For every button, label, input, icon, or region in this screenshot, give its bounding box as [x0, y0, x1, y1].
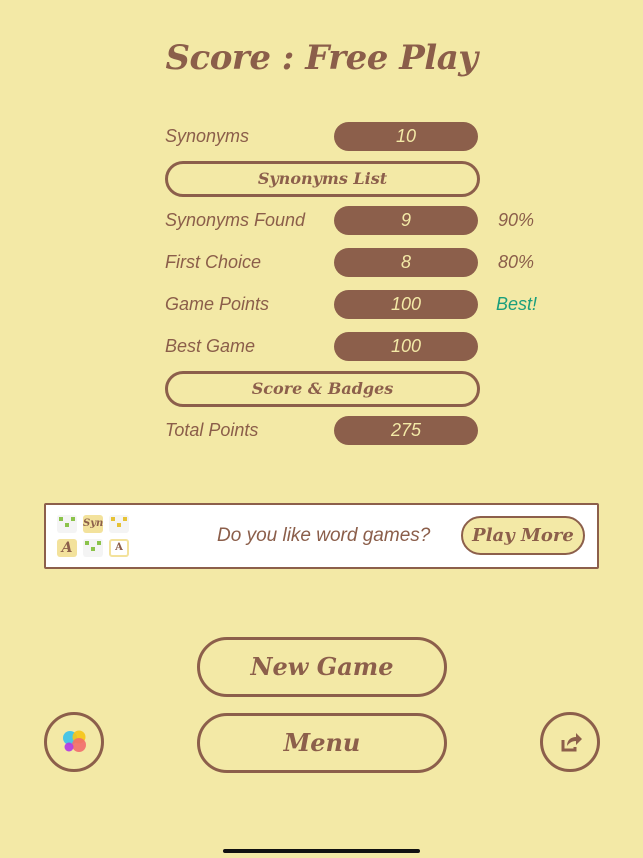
- syn-game-icon: Syn: [83, 515, 103, 533]
- grid-game-icon: [83, 539, 103, 557]
- share-icon: [561, 733, 582, 752]
- stat-row-first-choice: First Choice 8 80%: [165, 248, 585, 278]
- stat-value: 100: [334, 332, 478, 361]
- stat-value: 275: [334, 416, 478, 445]
- ad-question: Do you like word games?: [217, 525, 431, 546]
- stat-value: 100: [334, 290, 478, 319]
- stat-label: Synonyms Found: [165, 210, 306, 230]
- stat-row-game-points: Game Points 100 Best!: [165, 290, 585, 320]
- game-center-button[interactable]: [44, 712, 104, 772]
- grid-game-icon: [57, 515, 77, 533]
- stat-row-synonyms-found: Synonyms Found 9 90%: [165, 206, 585, 236]
- stat-value: 10: [334, 122, 478, 151]
- stat-row-total-points: Total Points 275: [165, 416, 585, 446]
- game-center-icon: [63, 730, 86, 752]
- stat-row-best-game: Best Game 100: [165, 332, 585, 362]
- stat-label: First Choice: [165, 252, 262, 272]
- word-games-ad-banner[interactable]: Syn A A Do you like word games? Play Mor…: [44, 503, 599, 569]
- new-game-button[interactable]: New Game: [197, 637, 447, 697]
- stat-value: 8: [334, 248, 478, 277]
- a-script-icon: A: [57, 539, 77, 557]
- app-icons-group: Syn A A: [57, 515, 132, 559]
- stat-percent: 90%: [498, 210, 535, 230]
- score-badges-button[interactable]: Score & Badges: [165, 371, 480, 407]
- menu-button[interactable]: Menu: [197, 713, 447, 773]
- grid-game-icon: [109, 515, 129, 533]
- stat-label: Synonyms: [165, 126, 250, 146]
- stat-row-synonyms: Synonyms 10: [165, 122, 585, 152]
- play-more-button[interactable]: Play More: [461, 516, 585, 555]
- synonyms-list-button[interactable]: Synonyms List: [165, 161, 480, 197]
- stat-label: Total Points: [165, 420, 259, 440]
- stat-percent: 80%: [498, 252, 535, 272]
- stat-value: 9: [334, 206, 478, 235]
- home-indicator[interactable]: [223, 849, 420, 853]
- page-title: Score : Free Play: [165, 38, 478, 78]
- stat-label: Best Game: [165, 336, 256, 356]
- share-button[interactable]: [540, 712, 600, 772]
- stat-label: Game Points: [165, 294, 270, 314]
- a-tile-icon: A: [109, 539, 129, 557]
- best-badge: Best!: [496, 294, 538, 314]
